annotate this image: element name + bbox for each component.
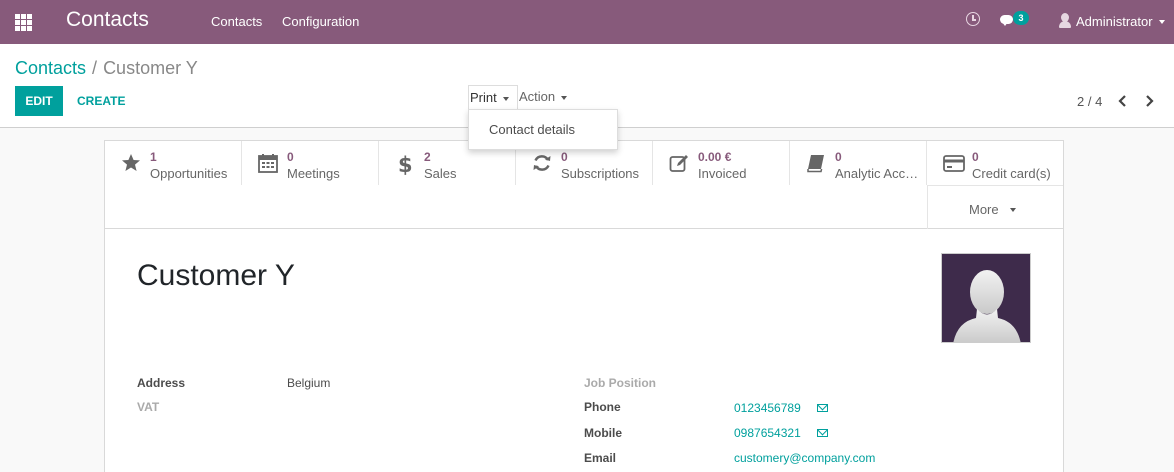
print-dropdown-button[interactable]: Print: [468, 85, 518, 109]
create-button[interactable]: CREATE: [77, 86, 125, 116]
email-value[interactable]: customery@company.com: [734, 451, 875, 465]
meetings-button[interactable]: 0 Meetings: [242, 141, 379, 185]
menu-contacts[interactable]: Contacts: [211, 14, 262, 29]
meetings-count: 0: [287, 150, 294, 164]
opportunities-button[interactable]: 1 Opportunities: [105, 141, 242, 185]
print-label: Print: [470, 90, 497, 105]
breadcrumb: Contacts / Customer Y: [15, 58, 198, 79]
invoiced-button[interactable]: 0.00 € Invoiced: [653, 141, 790, 185]
star-icon: [121, 153, 143, 175]
job-position-label: Job Position: [584, 376, 656, 390]
svg-text:$: $: [398, 153, 413, 175]
send-sms-envelope-icon[interactable]: [817, 429, 828, 437]
breadcrumb-current: Customer Y: [103, 58, 198, 78]
opportunities-count: 1: [150, 150, 157, 164]
pager-previous-icon[interactable]: [1117, 95, 1127, 107]
book-icon: [806, 153, 828, 175]
action-label: Action: [519, 89, 556, 104]
address-value: Belgium: [287, 376, 331, 390]
credit-cards-label: Credit card(s): [972, 166, 1051, 181]
send-sms-envelope-icon[interactable]: [817, 404, 828, 412]
menu-configuration[interactable]: Configuration: [282, 14, 359, 29]
meetings-label: Meetings: [287, 166, 340, 181]
address-label: Address: [137, 376, 186, 390]
edit-button[interactable]: EDIT: [15, 86, 63, 116]
opportunities-label: Opportunities: [150, 166, 228, 181]
analytic-accounts-count: 0: [835, 150, 842, 164]
mobile-label: Mobile: [584, 426, 622, 440]
breadcrumb-separator: /: [92, 58, 98, 78]
app-title: Contacts: [66, 8, 149, 31]
invoiced-label: Invoiced: [698, 166, 747, 181]
vat-label: VAT: [137, 400, 160, 414]
dollar-icon: $: [395, 153, 417, 177]
smart-button-box: 1 Opportunities 0 Meetings $ 2 Sales 0 S…: [105, 141, 1063, 229]
person-silhouette-icon: [953, 270, 1021, 342]
phone-label: Phone: [584, 400, 621, 414]
user-menu[interactable]: Administrator: [1076, 14, 1153, 29]
subscriptions-count: 0: [561, 150, 568, 164]
phone-value[interactable]: 0123456789: [734, 401, 801, 415]
refresh-icon: [532, 153, 554, 175]
breadcrumb-contacts[interactable]: Contacts: [15, 58, 86, 78]
print-dropdown-menu: Contact details: [468, 109, 618, 150]
email-label: Email: [584, 451, 617, 465]
record-title: Customer Y: [137, 259, 295, 292]
subscriptions-label: Subscriptions: [561, 166, 640, 181]
form-sheet: 1 Opportunities 0 Meetings $ 2 Sales 0 S…: [104, 140, 1064, 472]
sales-count: 2: [424, 150, 431, 164]
invoiced-amount: 0.00 €: [698, 150, 732, 164]
calendar-icon: [258, 153, 280, 175]
mobile-value[interactable]: 0987654321: [734, 426, 801, 440]
activity-clock-icon[interactable]: [966, 12, 980, 26]
user-icon[interactable]: [1059, 13, 1071, 28]
pager-value[interactable]: 2 / 4: [1077, 94, 1102, 109]
top-navbar: Contacts Contacts Configuration 3 Admini…: [0, 0, 1174, 44]
credit-cards-button[interactable]: 0 Credit card(s): [927, 141, 1063, 185]
messages-icon[interactable]: [1000, 15, 1013, 26]
analytic-accounts-button[interactable]: 0 Analytic Acc…: [790, 141, 927, 185]
messages-count-badge: 3: [1013, 11, 1029, 25]
print-caret-icon: [502, 96, 509, 101]
more-label: More: [969, 202, 999, 217]
print-menu-contact-details[interactable]: Contact details: [489, 122, 575, 137]
sales-label: Sales: [424, 166, 457, 181]
pager-next-icon[interactable]: [1145, 95, 1155, 107]
analytic-accounts-label: Analytic Acc…: [835, 166, 919, 181]
contact-avatar[interactable]: [941, 253, 1031, 343]
user-menu-caret-icon[interactable]: [1159, 20, 1165, 24]
credit-card-icon: [943, 153, 965, 175]
credit-cards-count: 0: [972, 150, 979, 164]
action-dropdown-button[interactable]: Action: [519, 89, 568, 104]
apps-menu-icon[interactable]: [15, 14, 32, 31]
action-caret-icon: [561, 95, 568, 100]
pencil-square-icon: [669, 153, 691, 175]
more-buttons-dropdown[interactable]: More: [927, 185, 1063, 229]
more-caret-icon: [1010, 208, 1016, 212]
